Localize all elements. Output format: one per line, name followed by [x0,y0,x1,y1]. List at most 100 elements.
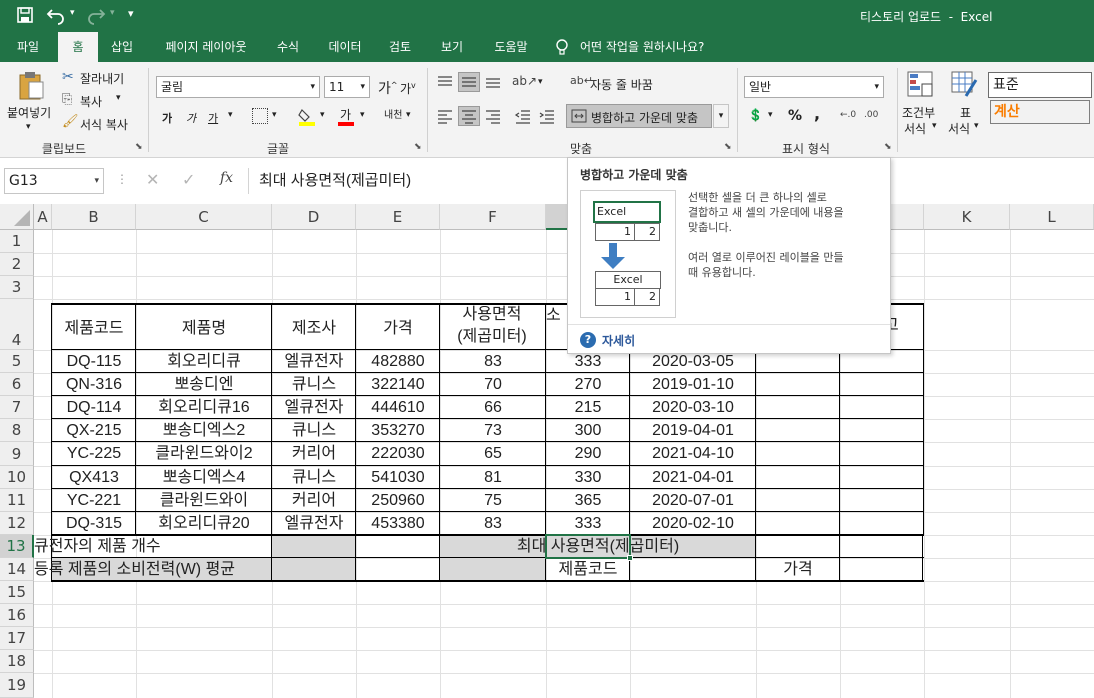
table-cell-code[interactable]: DQ-114 [52,396,136,419]
table-cell-name[interactable]: 뽀송디엔 [136,373,272,396]
table-cell-area[interactable]: 83 [440,350,546,373]
table-cell-code[interactable]: DQ-115 [52,350,136,373]
column-header-b[interactable]: B [52,204,136,230]
underline-button[interactable]: 가 [208,110,218,126]
table-cell-price[interactable]: 482880 [356,350,440,373]
price-label-cell[interactable]: 가격 [756,558,840,581]
column-header-l[interactable]: L [1010,204,1094,230]
table-cell-maker[interactable]: 커리어 [272,442,356,466]
table-cell-power[interactable]: 290 [546,442,630,466]
table-cell-date[interactable]: 2019-04-01 [630,419,756,442]
table-cell-code[interactable]: DQ-315 [52,512,136,535]
table-cell-date[interactable]: 2020-02-10 [630,512,756,535]
table-cell-date[interactable]: 2020-07-01 [630,489,756,512]
row-header-11[interactable]: 11 [0,489,34,512]
style-normal[interactable]: 표준 [988,72,1092,98]
header-cell-maker[interactable]: 제조사 [272,314,356,344]
header-cell-code[interactable]: 제품코드 [52,314,136,344]
table-cell-maker[interactable]: 엘큐전자 [272,396,356,419]
conditional-format-label-2[interactable]: 서식 [904,120,926,137]
tab-file[interactable]: 파일 [6,32,50,62]
select-all-corner[interactable] [0,204,34,230]
table-cell-area[interactable]: 73 [440,419,546,442]
row-header-8[interactable]: 8 [0,419,34,442]
worksheet[interactable]: ABCDEFGHIJKL 123456789101112131415161718… [0,204,1094,698]
paste-icon[interactable] [16,70,46,100]
decrease-indent-icon[interactable] [514,108,532,124]
conditional-format-label[interactable]: 조건부 [902,104,935,121]
table-cell-power[interactable]: 333 [546,512,630,535]
format-painter-button[interactable]: 서식 복사 [80,116,128,133]
table-cell-date[interactable]: 2021-04-10 [630,442,756,466]
row-header-7[interactable]: 7 [0,396,34,419]
row-header-1[interactable]: 1 [0,230,34,253]
table-cell-date[interactable]: 2021-04-01 [630,466,756,489]
tab-data[interactable]: 데이터 [320,32,370,62]
row-header-13[interactable]: 13 [0,535,34,558]
align-top-icon[interactable] [436,74,454,90]
table-cell-power[interactable]: 300 [546,419,630,442]
column-header-k[interactable]: K [924,204,1010,230]
wrap-text-button[interactable]: 자동 줄 바꿈 [590,76,653,93]
table-cell-area[interactable]: 66 [440,396,546,419]
table-cell-code[interactable]: QX-215 [52,419,136,442]
font-size-select[interactable]: 11 ▾ [324,76,370,98]
tab-home[interactable]: 홈 [58,32,98,62]
row-header-2[interactable]: 2 [0,253,34,276]
increase-decimal-icon[interactable]: ←.0 [840,110,856,120]
column-header-e[interactable]: E [356,204,440,230]
italic-button[interactable]: 가 [186,110,196,126]
format-table-dropdown-icon[interactable]: ▾ [974,121,979,131]
row-header-15[interactable]: 15 [0,581,34,604]
row-header-6[interactable]: 6 [0,373,34,396]
save-icon[interactable] [16,6,34,24]
currency-icon[interactable]: 💲 [748,108,763,122]
table-cell-area[interactable]: 81 [440,466,546,489]
borders-icon[interactable] [252,108,268,124]
orientation-dropdown-icon[interactable]: ▾ [538,77,543,87]
tab-review[interactable]: 검토 [380,32,420,62]
insert-function-button[interactable]: fx [220,170,233,186]
table-cell-price[interactable]: 353270 [356,419,440,442]
font-launcher-icon[interactable]: ⬊ [414,142,422,152]
paste-button[interactable]: 붙여넣기 [7,104,51,121]
column-header-a[interactable]: A [34,204,52,230]
table-cell-name[interactable]: 회오리디큐20 [136,512,272,535]
undo-icon[interactable] [46,5,66,25]
format-table-label[interactable]: 표 [960,104,971,121]
increase-indent-icon[interactable] [538,108,556,124]
style-calculation[interactable]: 계산 [990,100,1090,124]
table-cell-price[interactable]: 541030 [356,466,440,489]
row-header-9[interactable]: 9 [0,442,34,466]
row-header-17[interactable]: 17 [0,627,34,650]
table-cell-maker[interactable]: 커리어 [272,489,356,512]
tab-view[interactable]: 보기 [432,32,472,62]
name-box[interactable]: G13 ▾ [4,168,104,194]
align-center-icon[interactable] [458,106,480,126]
row-header-5[interactable]: 5 [0,350,34,373]
align-bottom-icon[interactable] [484,74,502,90]
number-launcher-icon[interactable]: ⬊ [884,142,892,152]
underline-dropdown-icon[interactable]: ▾ [228,110,233,120]
copy-button[interactable]: 복사 [80,93,102,110]
grow-font-button[interactable]: 가^ [378,78,398,98]
table-cell-date[interactable]: 2020-03-10 [630,396,756,419]
header-cell-area-2[interactable]: (제곱미터) [440,326,544,348]
comma-button[interactable]: , [814,104,820,123]
tab-help[interactable]: 도움말 [484,32,538,62]
table-cell-maker[interactable]: 큐니스 [272,419,356,442]
table-cell-price[interactable]: 444610 [356,396,440,419]
paste-dropdown-icon[interactable]: ▾ [26,122,31,132]
phonetic-button[interactable]: 내천 [384,106,402,121]
decrease-decimal-icon[interactable]: .00 [864,110,878,120]
alignment-launcher-icon[interactable]: ⬊ [724,142,732,152]
table-cell-price[interactable]: 222030 [356,442,440,466]
header-cell-price[interactable]: 가격 [356,314,440,344]
table-cell-maker[interactable]: 큐니스 [272,466,356,489]
code-label-cell[interactable]: 제품코드 [546,558,630,581]
align-right-icon[interactable] [484,108,502,124]
conditional-format-icon[interactable] [906,70,934,98]
tab-insert[interactable]: 삽입 [104,32,140,62]
bold-button[interactable]: 가 [162,110,172,126]
row-header-12[interactable]: 12 [0,512,34,535]
